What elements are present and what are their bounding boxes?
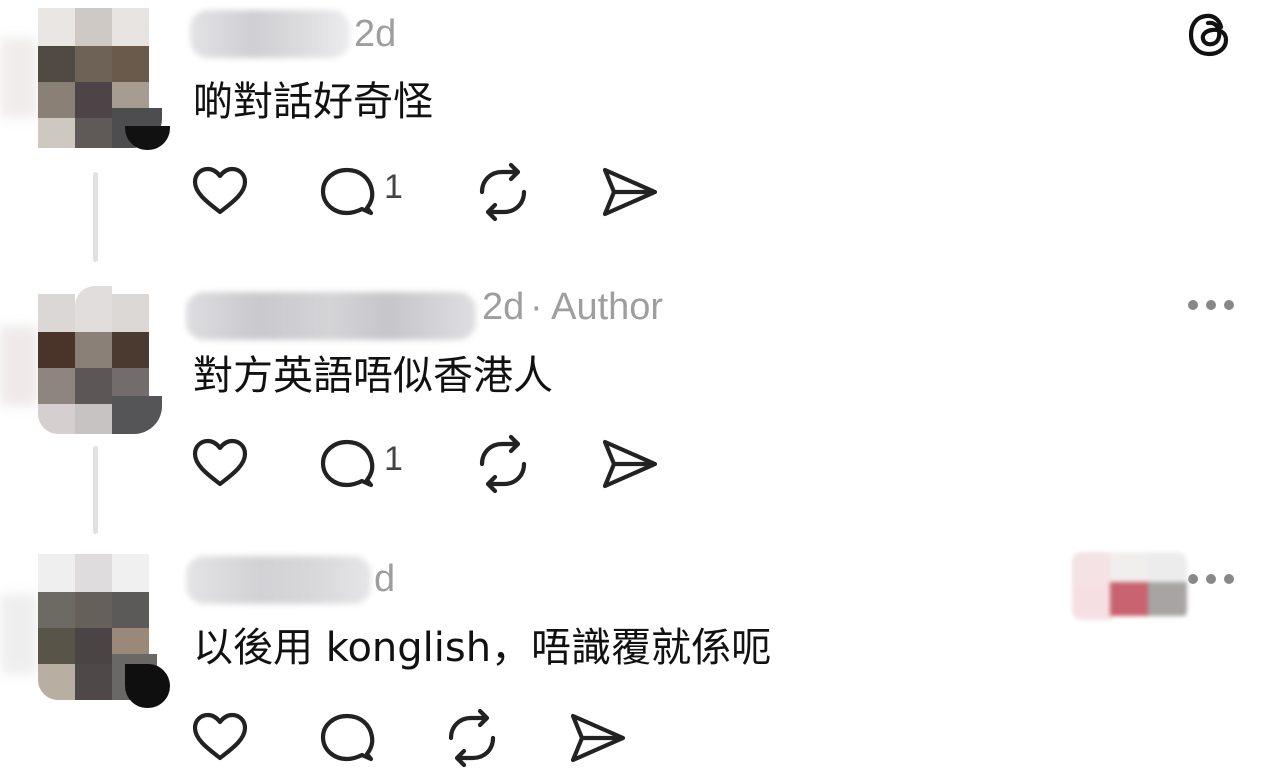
comment-2: 2d · Author 對方英語唔似香港人 1	[0, 270, 1284, 542]
repost-button[interactable]	[442, 708, 502, 768]
author-tag: · Author	[530, 286, 664, 328]
paper-plane-icon	[602, 439, 658, 489]
heart-icon	[192, 712, 248, 761]
thread-line	[93, 172, 98, 262]
avatar[interactable]	[0, 554, 175, 708]
repost-icon	[448, 708, 496, 768]
repost-icon	[479, 434, 527, 494]
action-bar: 1	[190, 162, 690, 222]
redacted-badge	[1072, 552, 1187, 620]
reply-button[interactable]	[318, 708, 378, 768]
speech-bubble-icon	[320, 439, 375, 488]
share-button[interactable]	[600, 434, 660, 494]
avatar[interactable]	[0, 286, 175, 436]
repost-button[interactable]	[473, 434, 533, 494]
username-redacted[interactable]	[186, 292, 476, 340]
repost-icon	[479, 162, 527, 222]
action-bar: 1	[190, 434, 690, 494]
like-button[interactable]	[190, 162, 250, 222]
speech-bubble-icon	[320, 713, 375, 762]
action-bar	[190, 708, 690, 768]
reply-count: 1	[384, 440, 403, 478]
paper-plane-icon	[570, 713, 626, 763]
timestamp: d	[374, 558, 396, 600]
thread-line	[93, 446, 98, 534]
heart-icon	[192, 166, 248, 215]
like-button[interactable]	[190, 708, 250, 768]
like-button[interactable]	[190, 434, 250, 494]
speech-bubble-icon	[320, 167, 375, 216]
more-horizontal-icon[interactable]	[1188, 572, 1238, 586]
username-redacted[interactable]	[186, 556, 371, 604]
paper-plane-icon	[602, 167, 658, 217]
comment-1: 2d 啲對話好奇怪 1	[0, 0, 1284, 270]
avatar[interactable]	[0, 8, 175, 158]
heart-icon	[192, 438, 248, 487]
comment-text: 以後用 konglish，唔識覆就係呃	[193, 625, 772, 671]
timestamp: 2d	[482, 286, 525, 328]
username-redacted[interactable]	[190, 10, 350, 58]
comment-text: 對方英語唔似香港人	[193, 353, 553, 399]
share-button[interactable]	[568, 708, 628, 768]
reply-count: 1	[384, 168, 403, 206]
more-horizontal-icon[interactable]	[1188, 298, 1238, 312]
repost-button[interactable]	[473, 162, 533, 222]
timestamp: 2d	[354, 13, 397, 55]
share-button[interactable]	[600, 162, 660, 222]
comment-text: 啲對話好奇怪	[193, 79, 433, 125]
reply-button[interactable]	[318, 162, 378, 222]
reply-button[interactable]	[318, 434, 378, 494]
